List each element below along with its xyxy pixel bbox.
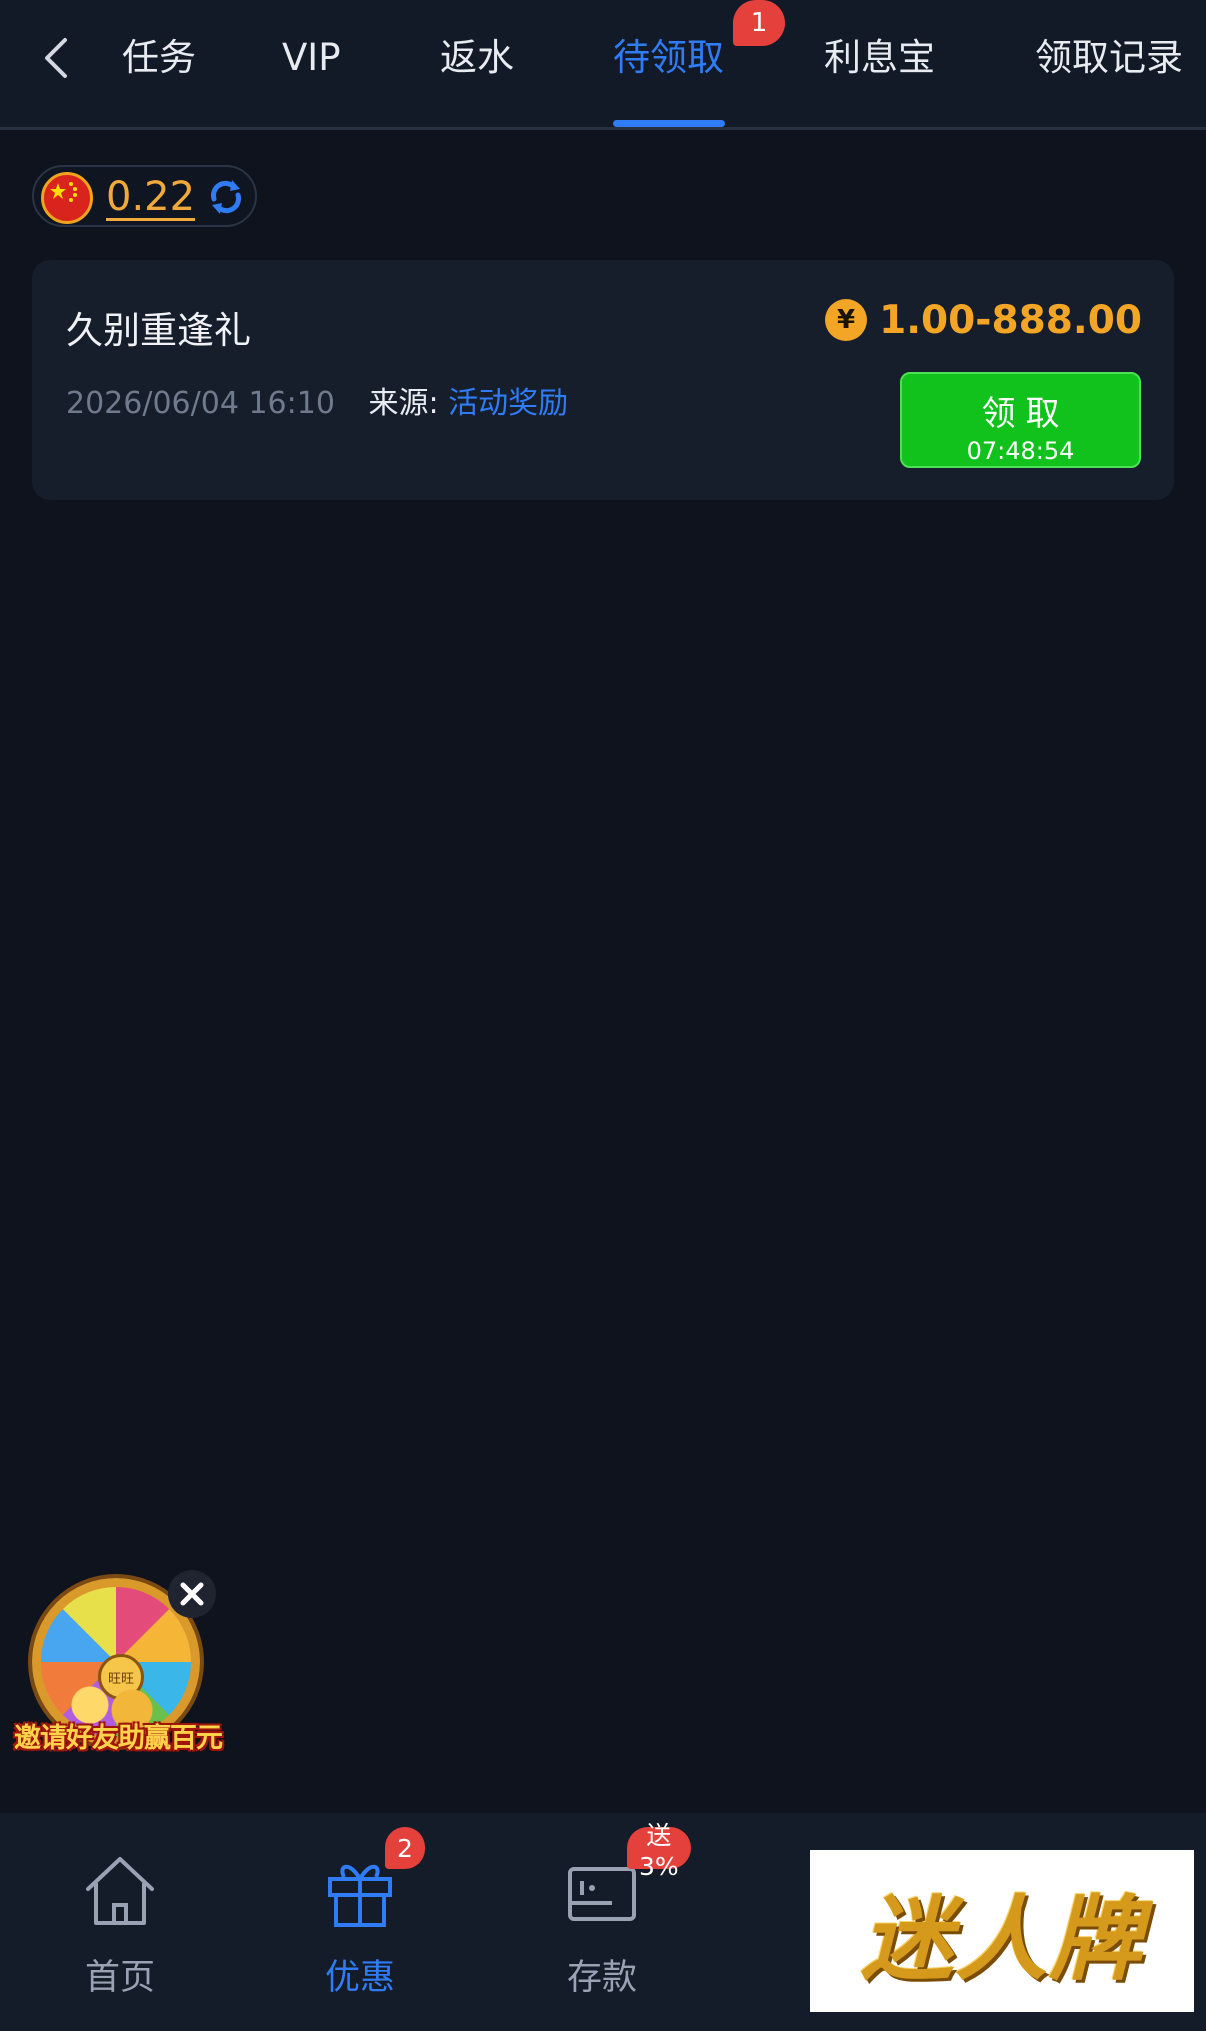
close-icon — [180, 1582, 204, 1606]
offers-badge: 2 — [385, 1827, 425, 1869]
balance-amount: 0.22 — [106, 174, 196, 221]
claim-button-label: 领取 — [981, 394, 1070, 434]
bottom-nav-home[interactable]: 首页 — [35, 1839, 205, 1999]
yen-coin-icon: ¥ — [825, 299, 868, 341]
reward-source: 活动奖励 — [448, 386, 569, 421]
home-icon — [86, 1857, 154, 1925]
claim-countdown: 07:48:54 — [966, 437, 1075, 465]
reward-date: 2026/06/04 16:10 — [66, 386, 335, 421]
refresh-icon[interactable] — [206, 177, 246, 217]
watermark-text: 迷人牌 — [860, 1885, 1143, 1993]
deposit-bonus-badge: 送3% — [627, 1821, 691, 1881]
chevron-left-icon — [45, 38, 67, 78]
bottom-nav-home-label: 首页 — [84, 1958, 155, 1998]
bottom-nav-deposit[interactable]: 存款 送3% — [517, 1821, 691, 1999]
tab-tasks[interactable]: 任务 — [122, 28, 196, 88]
watermark: 迷人牌 — [810, 1850, 1194, 2012]
tab-rebate[interactable]: 返水 — [440, 28, 514, 88]
balance-pill: 0.22 — [32, 165, 257, 227]
bottom-nav-deposit-label: 存款 — [566, 1958, 637, 1998]
promo-close-button[interactable] — [168, 1570, 216, 1618]
reward-card: 久别重逢礼 ¥ 1.00-888.00 2026/06/04 16:10 来源:… — [32, 260, 1174, 500]
reward-amount-range: 1.00-888.00 — [879, 297, 1142, 343]
bottom-nav-offers[interactable]: 优惠 2 — [275, 1827, 445, 1999]
tab-vip[interactable]: VIP — [282, 28, 341, 88]
reward-meta: 2026/06/04 16:10 来源: 活动奖励 — [66, 378, 568, 422]
active-tab-indicator — [613, 120, 725, 127]
promo-text: 邀请好友助赢百元 — [14, 1723, 223, 1754]
tab-interest[interactable]: 利息宝 — [824, 28, 935, 88]
tab-pending-claim[interactable]: 待领取 — [613, 28, 724, 88]
china-flag-icon — [41, 172, 93, 224]
claim-button[interactable]: 领取 07:48:54 — [900, 372, 1141, 468]
pending-claim-badge: 1 — [733, 0, 785, 46]
reward-amount: ¥ 1.00-888.00 — [825, 296, 1142, 344]
reward-title: 久别重逢礼 — [66, 309, 251, 352]
reward-source-label: 来源: — [368, 386, 439, 421]
bottom-nav-offers-label: 优惠 — [324, 1958, 395, 1998]
back-button[interactable] — [30, 28, 82, 88]
tab-claim-history[interactable]: 领取记录 — [1035, 28, 1183, 88]
top-tab-bar: 任务 VIP 返水 待领取 1 利息宝 领取记录 — [0, 0, 1206, 130]
invite-promo-widget[interactable]: 旺旺 邀请好友助赢百元 — [14, 1570, 223, 1760]
